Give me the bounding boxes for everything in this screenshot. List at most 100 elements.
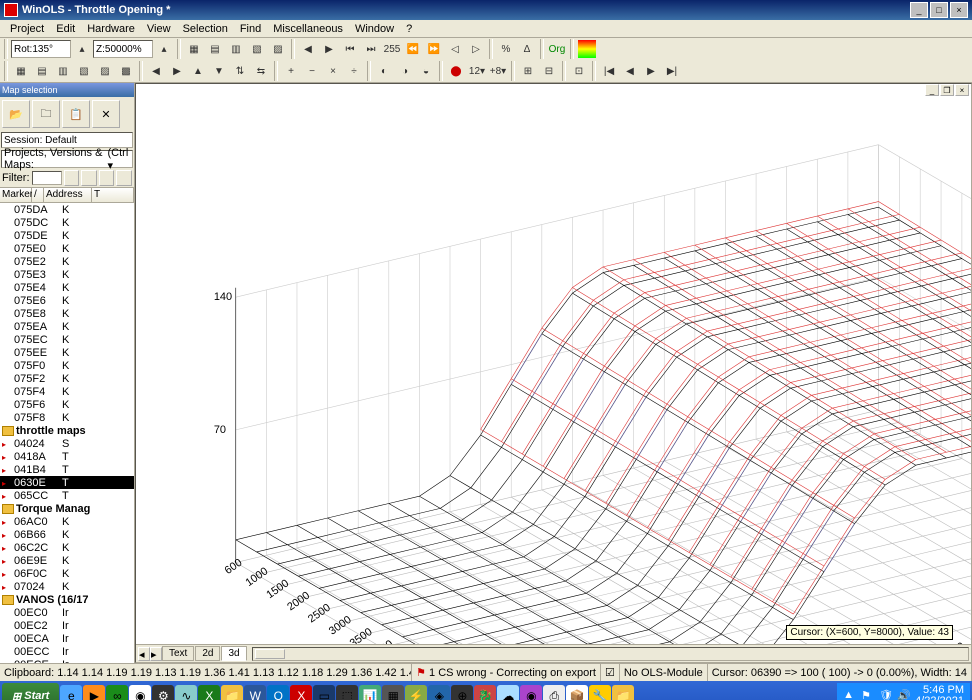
tb2-btn-13[interactable]: +	[281, 61, 301, 81]
tree-row[interactable]: 075F0K	[0, 359, 134, 372]
mdi-close-button[interactable]: ×	[955, 84, 969, 96]
tree-row[interactable]: 075E8K	[0, 307, 134, 320]
tb2-btn-16[interactable]: ÷	[344, 61, 364, 81]
tree-row[interactable]: 00ECAIr	[0, 632, 134, 645]
tb2-btn-14[interactable]: −	[302, 61, 322, 81]
tb2-btn-7[interactable]: ◀	[146, 61, 166, 81]
mdi-restore-button[interactable]: ❐	[940, 84, 954, 96]
close-button[interactable]: ×	[950, 2, 968, 18]
tree-row[interactable]: 075ECK	[0, 333, 134, 346]
taskbar-app5-icon[interactable]: ▭	[313, 685, 335, 700]
tree-row[interactable]: 075EAK	[0, 320, 134, 333]
tb2-btn-19[interactable]: ◒	[416, 61, 436, 81]
menu-find[interactable]: Find	[234, 23, 267, 35]
menu-view[interactable]: View	[141, 23, 177, 35]
tb-btn-b6[interactable]: ⏪	[403, 39, 423, 59]
tree-row[interactable]: 00EC0Ir	[0, 606, 134, 619]
taskbar-app2-icon[interactable]: ⚙	[152, 685, 174, 700]
tb-org-button[interactable]: Org	[547, 39, 567, 59]
tab-2d[interactable]: 2d	[195, 646, 220, 661]
rot-up-button[interactable]: ▴	[72, 39, 92, 59]
taskbar-chrome-icon[interactable]: ◉	[129, 685, 151, 700]
taskbar-app1-icon[interactable]: ∞	[106, 685, 128, 700]
tree-row[interactable]: 041B4T	[0, 463, 134, 476]
tb-btn-a4[interactable]: ▧	[247, 39, 267, 59]
pvm-dropdown[interactable]: Projects, Versions & Maps: (Ctrl ▾	[1, 150, 133, 168]
tb2-btn-3[interactable]: ▥	[53, 61, 73, 81]
tree-row[interactable]: 075E2K	[0, 255, 134, 268]
tb-btn-b4[interactable]: ⏭	[361, 39, 381, 59]
tb2-btn-20[interactable]: ⬤	[446, 61, 466, 81]
tb2-dropdown[interactable]: 12▾	[467, 61, 487, 81]
tree-row[interactable]: 0418AT	[0, 450, 134, 463]
taskbar-app12-icon[interactable]: 🐉	[474, 685, 496, 700]
recent-button[interactable]: 📋	[62, 100, 90, 128]
map-tree[interactable]: 075DAK075DCK075DEK075E0K075E2K075E3K075E…	[0, 203, 134, 663]
zoom-up-button[interactable]: ▴	[154, 39, 174, 59]
tb2-btn-28[interactable]: ▶|	[662, 61, 682, 81]
tree-row[interactable]: 075F6K	[0, 398, 134, 411]
tray-icon-1[interactable]: ▲	[843, 689, 857, 700]
tree-row[interactable]: 065CCT	[0, 489, 134, 502]
taskbar-word-icon[interactable]: W	[244, 685, 266, 700]
tb2-btn-9[interactable]: ▲	[188, 61, 208, 81]
tb-btn-b2[interactable]: ▶	[319, 39, 339, 59]
tree-row[interactable]: 075F8K	[0, 411, 134, 424]
tb-delta-button[interactable]: Δ	[517, 39, 537, 59]
tree-row[interactable]: 075F4K	[0, 385, 134, 398]
tb-btn-b8[interactable]: ◁	[445, 39, 465, 59]
open-folder-button[interactable]: 📂	[2, 100, 30, 128]
tb2-btn-23[interactable]: ⊟	[539, 61, 559, 81]
taskbar-app9-icon[interactable]: ⚡	[405, 685, 427, 700]
tb2-btn-21[interactable]: +8▾	[488, 61, 508, 81]
tray-icon-2[interactable]: ⚑	[861, 689, 875, 700]
minimize-button[interactable]: _	[910, 2, 928, 18]
taskbar-app4-icon[interactable]: X	[290, 685, 312, 700]
menu-help[interactable]: ?	[400, 23, 418, 35]
tab-scroll-right[interactable]: ▸	[150, 647, 162, 661]
menu-edit[interactable]: Edit	[50, 23, 81, 35]
taskbar-media-icon[interactable]: ▶	[83, 685, 105, 700]
col-address[interactable]: Address	[44, 188, 92, 202]
tray-icon-3[interactable]: 🛡	[879, 689, 893, 700]
taskbar-app11-icon[interactable]: ⊕	[451, 685, 473, 700]
rotation-field[interactable]: Rot:135°	[11, 40, 71, 58]
status-checkbox[interactable]: ☑	[601, 664, 620, 681]
tb-btn-b7[interactable]: ⏩	[424, 39, 444, 59]
tb-btn-b5[interactable]: 255	[382, 39, 402, 59]
start-button[interactable]: ⊞ Start	[2, 683, 59, 700]
tree-row[interactable]: 075DEK	[0, 229, 134, 242]
taskbar-app10-icon[interactable]: ◈	[428, 685, 450, 700]
taskbar-app8-icon[interactable]: ▦	[382, 685, 404, 700]
tree-row[interactable]: 06F0CK	[0, 567, 134, 580]
tree-row[interactable]: 075DCK	[0, 216, 134, 229]
tb2-btn-4[interactable]: ▧	[74, 61, 94, 81]
tb-percent-button[interactable]: %	[496, 39, 516, 59]
zoom-field[interactable]: Z:50000%	[93, 40, 153, 58]
tree-row[interactable]: 075E0K	[0, 242, 134, 255]
tree-row[interactable]: 075F2K	[0, 372, 134, 385]
tb-btn-b9[interactable]: ▷	[466, 39, 486, 59]
tb2-btn-2[interactable]: ▤	[32, 61, 52, 81]
tb2-btn-17[interactable]: ◐	[374, 61, 394, 81]
filter-btn-2[interactable]	[81, 170, 97, 186]
tb2-btn-26[interactable]: ◀	[620, 61, 640, 81]
tb2-btn-6[interactable]: ▩	[116, 61, 136, 81]
taskbar-app3-icon[interactable]: ∿	[175, 685, 197, 700]
tree-row[interactable]: 075EEK	[0, 346, 134, 359]
taskbar-outlook-icon[interactable]: O	[267, 685, 289, 700]
taskbar-clock[interactable]: 5:46 PM 4/22/2021	[915, 685, 964, 700]
maximize-button[interactable]: □	[930, 2, 948, 18]
tb-btn-a5[interactable]: ▨	[268, 39, 288, 59]
tb2-btn-1[interactable]: ▦	[11, 61, 31, 81]
menu-selection[interactable]: Selection	[177, 23, 234, 35]
tb-btn-a2[interactable]: ▤	[205, 39, 225, 59]
tree-row[interactable]: 00EC2Ir	[0, 619, 134, 632]
tab-3d[interactable]: 3d	[221, 646, 246, 661]
tree-row[interactable]: 075E6K	[0, 294, 134, 307]
filter-btn-3[interactable]	[99, 170, 115, 186]
taskbar-explorer-icon[interactable]: 📁	[221, 685, 243, 700]
system-tray[interactable]: ▲ ⚑ 🛡 🔊 5:46 PM 4/22/2021	[837, 683, 970, 700]
menu-project[interactable]: Project	[4, 23, 50, 35]
taskbar-app15-icon[interactable]: ⎙	[543, 685, 565, 700]
